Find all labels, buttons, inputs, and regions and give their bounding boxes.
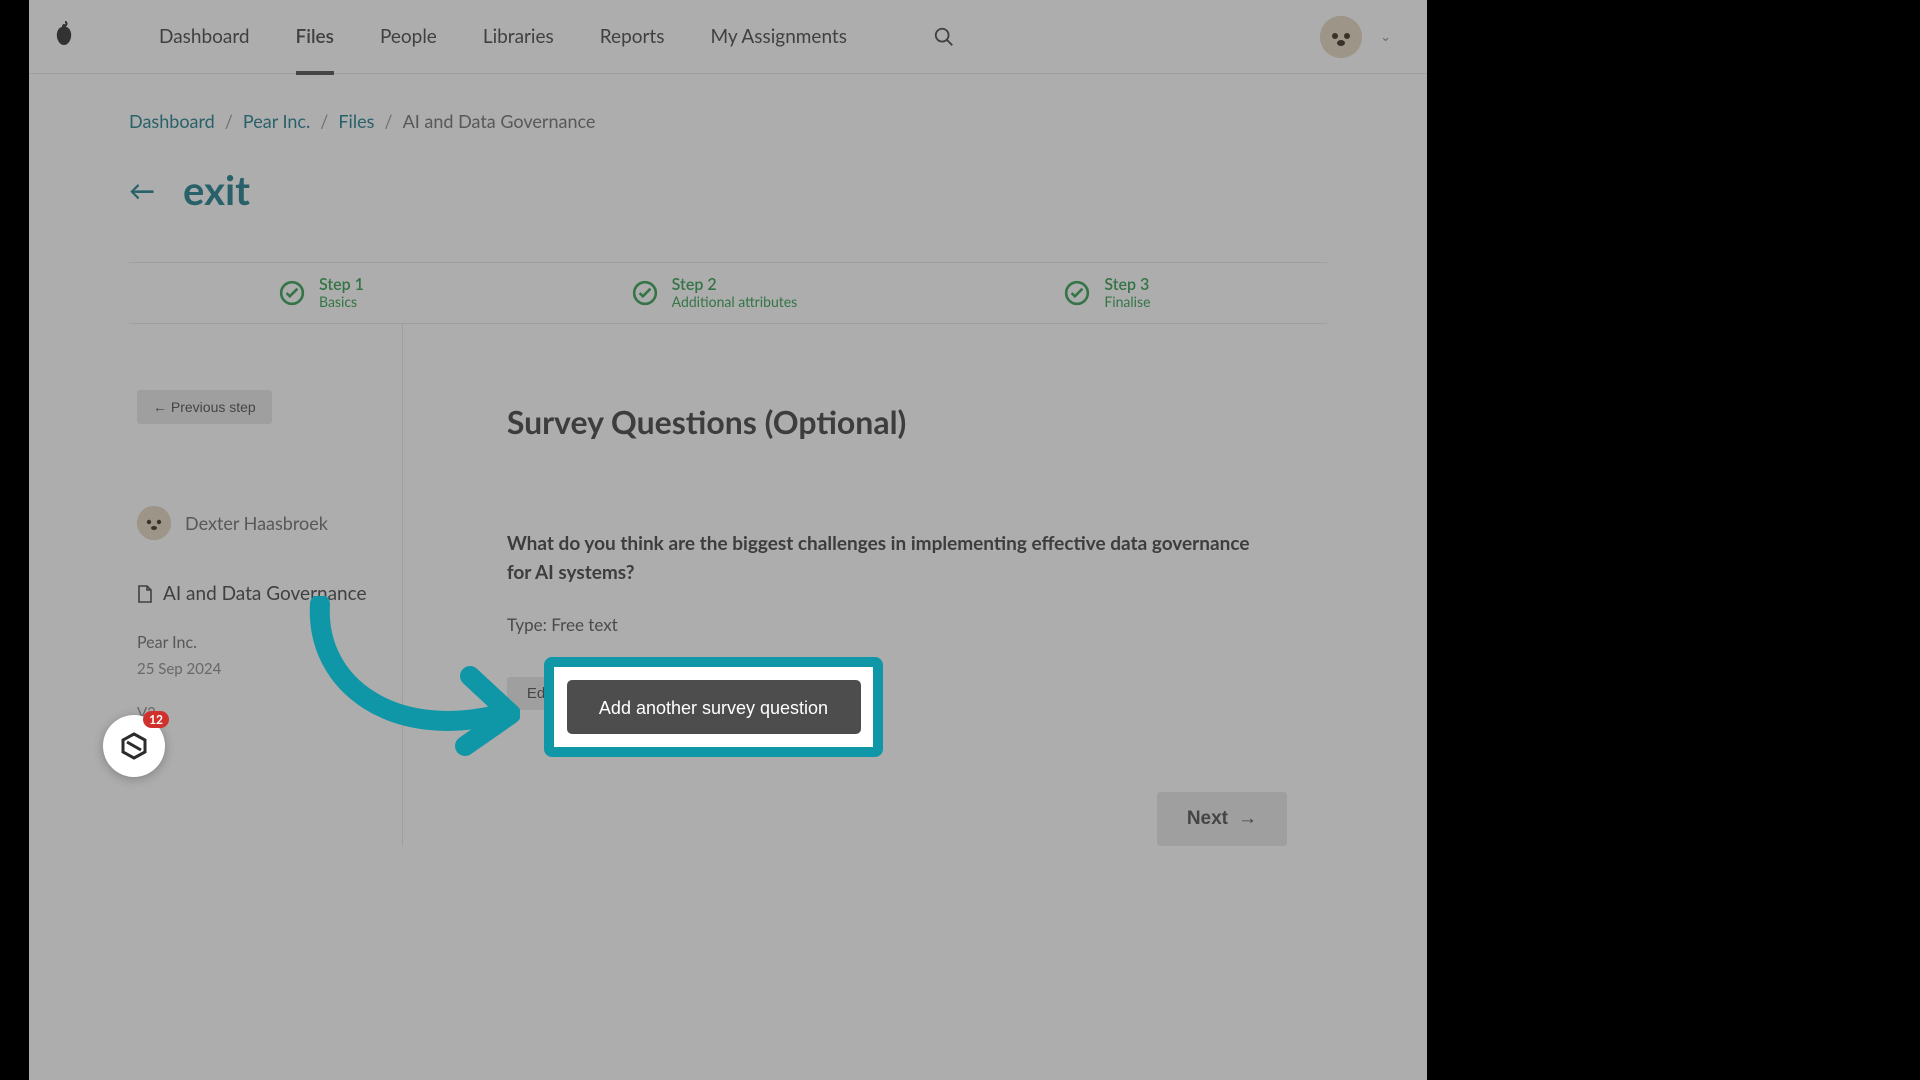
logo-pear-icon[interactable] [49, 17, 79, 57]
avatar [137, 506, 171, 540]
widget-logo-icon [119, 731, 149, 761]
avatar[interactable] [1320, 16, 1362, 58]
breadcrumb-current: AI and Data Governance [403, 110, 596, 132]
page-title: Survey Questions (Optional) [507, 402, 1287, 441]
next-button[interactable]: Next → [1157, 792, 1287, 846]
help-widget[interactable]: 12 [103, 715, 165, 777]
app-frame: Dashboard Files People Libraries Reports… [29, 0, 1427, 1080]
window-right-strip [1860, 0, 1920, 1080]
step-subtitle: Basics [319, 293, 364, 310]
step-title: Step 3 [1104, 276, 1150, 294]
exit-row: ← exit [129, 166, 1327, 214]
right-column: Survey Questions (Optional) What do you … [403, 324, 1327, 846]
arrow-right-icon: → [1238, 808, 1257, 830]
step-title: Step 2 [672, 276, 798, 294]
step-title: Step 1 [319, 276, 364, 294]
file-icon [137, 585, 153, 603]
top-nav: Dashboard Files People Libraries Reports… [29, 0, 1427, 74]
exit-link[interactable]: exit [183, 166, 250, 214]
step-1[interactable]: Step 1 Basics [129, 276, 542, 311]
owner-name: Dexter Haasbroek [185, 512, 328, 534]
add-survey-question-button[interactable]: Add another survey question [567, 680, 861, 734]
breadcrumb-dashboard[interactable]: Dashboard [129, 110, 215, 132]
tutorial-highlight: Add another survey question [546, 659, 881, 755]
tutorial-arrow-icon [305, 596, 520, 761]
file-owner: Dexter Haasbroek [137, 506, 398, 540]
check-circle-icon [279, 280, 305, 306]
breadcrumb: Dashboard / Pear Inc. / Files / AI and D… [129, 110, 1327, 132]
question-text: What do you think are the biggest challe… [507, 529, 1267, 588]
step-3[interactable]: Step 3 Finalise [894, 276, 1327, 311]
breadcrumb-company[interactable]: Pear Inc. [243, 110, 310, 132]
step-subtitle: Finalise [1104, 293, 1150, 310]
step-2[interactable]: Step 2 Additional attributes [542, 276, 895, 311]
bottom-row: Next → [507, 792, 1287, 846]
nav-files[interactable]: Files [296, 2, 334, 75]
notification-badge: 12 [143, 711, 169, 728]
columns: ← Previous step Dexter Haasbroek AI and … [129, 324, 1327, 846]
nav-my-assignments[interactable]: My Assignments [710, 0, 847, 73]
nav-dashboard[interactable]: Dashboard [159, 0, 250, 73]
stepper: Step 1 Basics Step 2 Additional attribut… [129, 262, 1327, 324]
search-icon[interactable] [933, 26, 955, 48]
breadcrumb-files[interactable]: Files [338, 110, 374, 132]
previous-step-button[interactable]: ← Previous step [137, 390, 272, 424]
nav-links: Dashboard Files People Libraries Reports… [159, 0, 955, 73]
nav-people[interactable]: People [380, 0, 437, 73]
chevron-down-icon[interactable]: ⌄ [1380, 28, 1391, 45]
breadcrumb-separator: / [384, 110, 392, 132]
check-circle-icon [632, 280, 658, 306]
breadcrumb-separator: / [320, 110, 328, 132]
back-arrow-icon[interactable]: ← [129, 174, 155, 206]
question-type: Type: Free text [507, 614, 1287, 635]
nav-reports[interactable]: Reports [600, 0, 665, 73]
left-column: ← Previous step Dexter Haasbroek AI and … [129, 324, 403, 846]
check-circle-icon [1064, 280, 1090, 306]
breadcrumb-separator: / [225, 110, 233, 132]
step-subtitle: Additional attributes [672, 293, 798, 310]
next-label: Next [1187, 808, 1228, 830]
nav-libraries[interactable]: Libraries [483, 0, 554, 73]
